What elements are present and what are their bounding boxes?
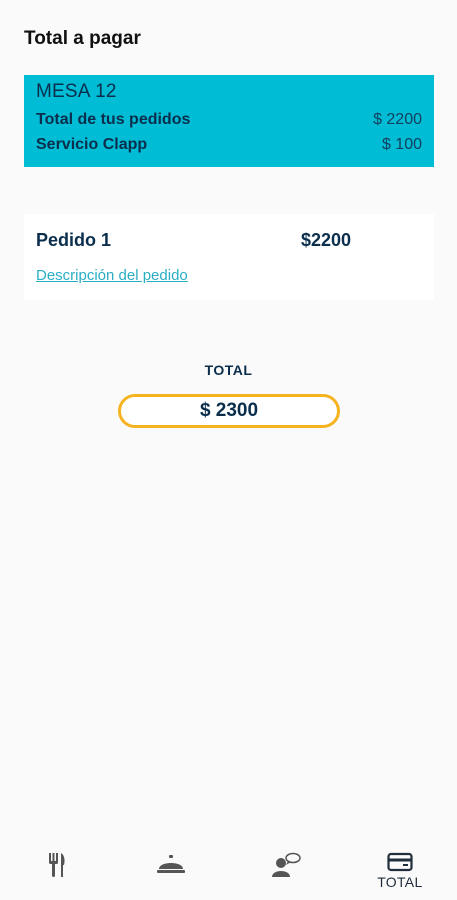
service-fee-label: Servicio Clapp — [36, 136, 148, 153]
total-label: TOTAL — [204, 362, 253, 378]
total-amount-pill: $ 2300 — [118, 394, 340, 428]
waiter-call-icon — [270, 852, 302, 878]
payment-screen: Total a pagar MESA 12 Total de tus pedid… — [0, 0, 457, 900]
orders-total-label: Total de tus pedidos — [36, 111, 191, 128]
order-name: Pedido 1 — [36, 230, 112, 250]
order-description-link[interactable]: Descripción del pedido — [36, 267, 188, 284]
table-summary-card: MESA 12 Total de tus pedidos $ 2200 Serv… — [24, 75, 434, 167]
table-name: MESA 12 — [36, 81, 117, 102]
nav-item-call-waiter[interactable] — [229, 840, 343, 900]
wallet-icon — [387, 852, 413, 872]
service-fee-value: $ 100 — [381, 136, 422, 153]
order-amount: $2200 — [301, 230, 352, 250]
service-fee-row: Servicio Clapp $ 100 — [36, 136, 422, 154]
orders-total-row: Total de tus pedidos $ 2200 — [36, 111, 422, 129]
total-amount: $ 2300 — [199, 400, 259, 421]
nav-item-menu[interactable] — [0, 840, 114, 900]
cutlery-icon — [46, 852, 68, 878]
orders-total-value: $ 2200 — [373, 111, 422, 128]
order-header: Pedido 1 $2200 — [36, 230, 422, 251]
order-card[interactable]: Pedido 1 $2200 Descripción del pedido — [24, 214, 434, 300]
cloche-icon — [156, 852, 186, 876]
nav-item-orders[interactable] — [114, 840, 228, 900]
nav-item-total[interactable]: TOTAL — [343, 840, 457, 900]
nav-total-label: TOTAL — [377, 874, 423, 890]
page-title: Total a pagar — [24, 28, 141, 49]
bottom-navigation: TOTAL — [0, 840, 457, 900]
